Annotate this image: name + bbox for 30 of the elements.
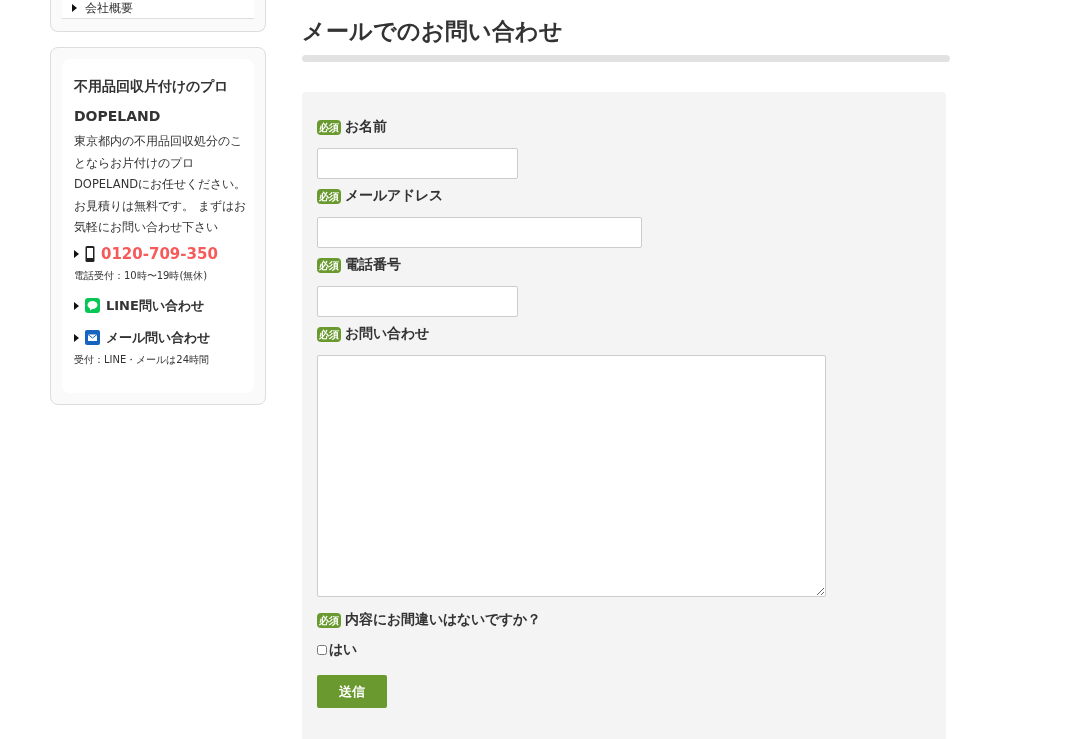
required-badge: 必須: [317, 188, 341, 204]
triangle-icon: [74, 333, 79, 342]
triangle-icon: [74, 249, 79, 258]
triangle-icon: [74, 301, 79, 310]
phone-icon: [85, 245, 95, 262]
field-label: 内容にお間違いはないですか？: [345, 611, 541, 629]
triangle-icon: [72, 4, 77, 12]
contact-note: 受付：LINE・メールは24時間: [74, 352, 211, 367]
page-title: メールでのお問い合わせ: [302, 17, 564, 46]
contact-note: 電話受付：10時〜19時(無休): [74, 268, 209, 283]
required-badge: 必須: [317, 257, 341, 273]
field-label: 電話番号: [345, 256, 401, 274]
chat-bubble-icon: [85, 298, 100, 313]
contact-link[interactable]: LINE問い合わせ: [106, 296, 204, 315]
input-field[interactable]: [317, 286, 518, 317]
checkbox[interactable]: [317, 645, 327, 655]
required-badge: 必須: [317, 119, 341, 135]
required-badge: 必須: [317, 612, 341, 628]
required-badge: 必須: [317, 326, 341, 342]
input-field[interactable]: [317, 217, 642, 248]
checkbox-label: はい: [329, 641, 357, 659]
field-label: メールアドレス: [345, 187, 443, 205]
field-label: お問い合わせ: [345, 325, 429, 343]
promo-description: 東京都内の不用品回収処分のことならお片付けのプロDOPELANDにお任せください。お見積りは無料です。 まずはお気軽にお問い合わせ下さい: [74, 133, 248, 236]
input-field[interactable]: [317, 148, 518, 179]
contact-link[interactable]: メール問い合わせ: [106, 328, 210, 347]
mail-icon: [85, 330, 100, 345]
promo-title: 不用品回収片付けのプロDOPELAND: [74, 77, 229, 126]
message-textarea[interactable]: [317, 355, 826, 597]
field-label: お名前: [345, 118, 387, 136]
